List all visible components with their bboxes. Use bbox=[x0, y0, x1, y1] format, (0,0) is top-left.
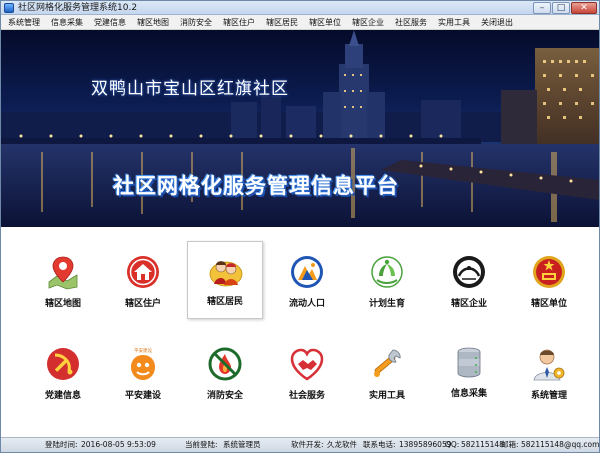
module-units[interactable]: 辖区单位 bbox=[511, 244, 587, 322]
platform-title: 社区网格化服务管理信息平台 bbox=[113, 174, 399, 198]
developer-label: 软件开发: bbox=[291, 440, 324, 449]
safety-icon-caption: 平安建设 bbox=[134, 347, 152, 354]
menu-enterprises[interactable]: 辖区企业 bbox=[348, 16, 388, 29]
community-name: 双鸭山市宝山区红旗社区 bbox=[91, 79, 289, 99]
developer-value: 久龙软件 bbox=[327, 440, 357, 449]
module-label: 实用工具 bbox=[368, 391, 405, 401]
emblem-icon bbox=[533, 256, 565, 288]
enterprise-icon bbox=[453, 256, 485, 288]
menu-fire-safety[interactable]: 消防安全 bbox=[176, 16, 216, 29]
module-label: 信息采集 bbox=[450, 389, 487, 399]
banner: 双鸭山市宝山区红旗社区 社区网格化服务管理信息平台 bbox=[1, 30, 599, 227]
login-time-label: 登陆时间: bbox=[45, 440, 78, 449]
module-label: 辖区地图 bbox=[44, 299, 81, 309]
menu-residents[interactable]: 辖区居民 bbox=[262, 16, 302, 29]
module-label: 辖区单位 bbox=[530, 299, 567, 309]
handshake-heart-icon bbox=[290, 348, 324, 381]
module-label: 辖区居民 bbox=[206, 297, 243, 307]
menu-tools[interactable]: 实用工具 bbox=[434, 16, 474, 29]
current-user-label: 当前登陆: bbox=[185, 440, 218, 449]
maximize-icon: □ bbox=[556, 3, 566, 13]
maximize-button[interactable]: □ bbox=[552, 2, 570, 14]
module-info-collection[interactable]: 信息采集 bbox=[431, 334, 507, 412]
app-window: 社区网格化服务管理系统10.2 – □ ✕ 系统管理 信息采集 党建信息 辖区地… bbox=[0, 0, 600, 453]
module-label: 消防安全 bbox=[206, 391, 243, 401]
residents-icon bbox=[209, 261, 243, 287]
close-icon: ✕ bbox=[580, 3, 588, 13]
status-bar: 登陆时间: 2016-08-05 9:53:09 当前登陆: 系统管理员 软件开… bbox=[1, 437, 599, 452]
module-fire-safety[interactable]: 消防安全 bbox=[187, 336, 263, 414]
window-title: 社区网格化服务管理系统10.2 bbox=[18, 3, 138, 13]
minimize-button[interactable]: – bbox=[533, 2, 551, 14]
menu-info-collection[interactable]: 信息采集 bbox=[47, 16, 87, 29]
party-emblem-icon bbox=[47, 348, 79, 380]
login-time-value: 2016-08-05 9:53:09 bbox=[81, 440, 156, 449]
module-system-admin[interactable]: 系统管理 bbox=[511, 336, 587, 414]
module-family-planning[interactable]: 计划生育 bbox=[349, 244, 425, 322]
module-label: 系统管理 bbox=[530, 391, 567, 401]
module-social-service[interactable]: 社会服务 bbox=[269, 336, 345, 414]
map-pin-icon bbox=[48, 256, 78, 290]
menu-units[interactable]: 辖区单位 bbox=[305, 16, 345, 29]
title-bar[interactable]: 社区网格化服务管理系统10.2 – □ ✕ bbox=[1, 1, 599, 15]
window-controls: – □ ✕ bbox=[532, 2, 597, 14]
module-label: 辖区住户 bbox=[124, 299, 161, 309]
menu-district-map[interactable]: 辖区地图 bbox=[133, 16, 173, 29]
menu-community-service[interactable]: 社区服务 bbox=[391, 16, 431, 29]
module-residents[interactable]: 辖区居民 bbox=[187, 241, 263, 319]
menu-system-admin[interactable]: 系统管理 bbox=[4, 16, 44, 29]
module-tools[interactable]: 实用工具 bbox=[349, 336, 425, 414]
module-label: 党建信息 bbox=[44, 391, 81, 401]
email-label: 邮箱: bbox=[501, 440, 519, 449]
admin-user-icon bbox=[533, 349, 565, 381]
minimize-icon: – bbox=[539, 3, 545, 13]
safety-icon: 平安建设 bbox=[131, 347, 155, 380]
module-migrant-population[interactable]: 流动人口 bbox=[269, 244, 345, 322]
module-label: 辖区企业 bbox=[450, 299, 487, 309]
database-icon bbox=[457, 347, 481, 378]
family-planning-icon bbox=[371, 256, 403, 288]
module-label: 流动人口 bbox=[288, 299, 325, 309]
qq-label: QQ: bbox=[445, 440, 460, 449]
no-fire-icon bbox=[208, 347, 242, 381]
app-icon bbox=[4, 3, 14, 13]
module-enterprises[interactable]: 辖区企业 bbox=[431, 244, 507, 322]
module-households[interactable]: 辖区住户 bbox=[105, 244, 181, 322]
menu-bar: 系统管理 信息采集 党建信息 辖区地图 消防安全 辖区住户 辖区居民 辖区单位 … bbox=[1, 15, 599, 30]
migrant-icon bbox=[291, 256, 323, 288]
phone-label: 联系电话: bbox=[363, 440, 396, 449]
module-label: 社会服务 bbox=[288, 391, 325, 401]
house-icon bbox=[127, 256, 159, 288]
phone-value: 13895896059 bbox=[399, 440, 452, 449]
email-value: 582115148@qq.com bbox=[521, 440, 600, 449]
menu-party-info[interactable]: 党建信息 bbox=[90, 16, 130, 29]
module-party-info[interactable]: 党建信息 bbox=[25, 336, 101, 414]
module-label: 计划生育 bbox=[368, 299, 405, 309]
module-safety-construction[interactable]: 平安建设 平安建设 bbox=[105, 336, 181, 414]
menu-households[interactable]: 辖区住户 bbox=[219, 16, 259, 29]
module-district-map[interactable]: 辖区地图 bbox=[25, 244, 101, 322]
qq-value: 582115148 bbox=[461, 440, 504, 449]
module-label: 平安建设 bbox=[124, 391, 161, 401]
close-button[interactable]: ✕ bbox=[571, 2, 597, 14]
tools-icon bbox=[374, 349, 401, 377]
menu-exit[interactable]: 关闭退出 bbox=[477, 16, 517, 29]
current-user-value: 系统管理员 bbox=[223, 440, 261, 449]
